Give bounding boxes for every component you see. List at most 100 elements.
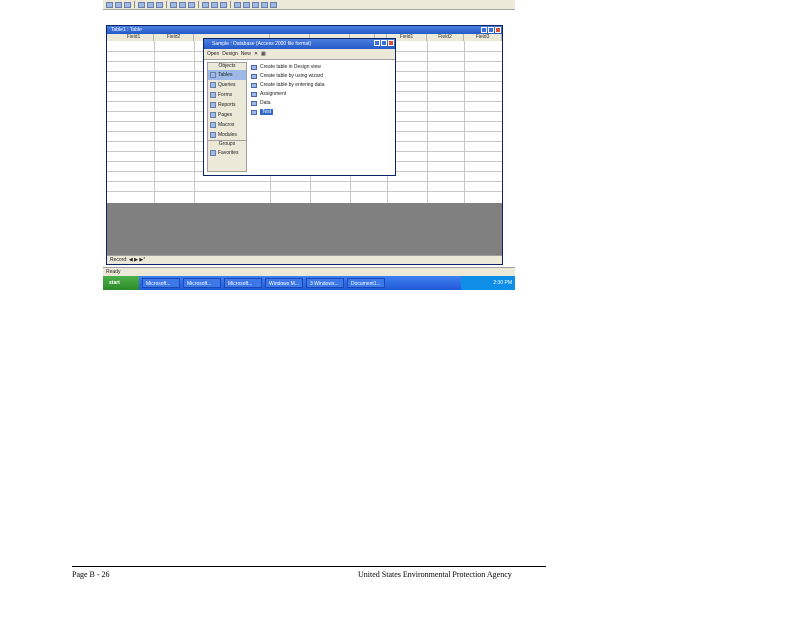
new-button[interactable]: New — [241, 51, 251, 57]
list-item-label: Create table in Design view — [260, 64, 321, 70]
objects-item-tables[interactable]: Tables — [208, 70, 246, 80]
row-divider — [107, 181, 502, 182]
taskbar-item[interactable]: Microsoft... — [224, 278, 262, 288]
code-icon[interactable] — [234, 1, 241, 8]
column-divider — [427, 41, 428, 203]
maximize-icon[interactable] — [381, 40, 387, 46]
analyze-icon[interactable] — [220, 1, 227, 8]
open-icon[interactable] — [115, 1, 122, 8]
list-item[interactable]: Create table by entering data — [250, 81, 390, 90]
toolbar-divider — [230, 1, 231, 8]
new-record-icon[interactable]: ▶* — [139, 257, 145, 263]
copy-icon[interactable] — [179, 1, 186, 8]
objects-list: Create table in Design view Create table… — [250, 63, 390, 117]
linked-table-icon — [251, 92, 257, 97]
new-icon[interactable] — [106, 1, 113, 8]
list-item[interactable]: Create table by using wizard — [250, 72, 390, 81]
list-item-label: Test — [260, 109, 274, 115]
objects-item-modules[interactable]: Modules — [208, 130, 246, 140]
cut-icon[interactable] — [170, 1, 177, 8]
table-icon — [210, 72, 216, 78]
record-navigation[interactable]: Record: ◀ ▶ ▶* — [107, 255, 502, 264]
database-window[interactable]: Sample : Database (Access 2000 file form… — [203, 38, 396, 176]
groups-header: Groups — [208, 140, 246, 148]
taskbar-item[interactable]: Windows M... — [265, 278, 303, 288]
list-item-label: Create table by entering data — [260, 82, 325, 88]
objects-item-label: Tables — [218, 72, 233, 78]
column-header[interactable]: Field2 — [154, 34, 194, 41]
objects-item-label: Reports — [218, 102, 236, 108]
groups-item-label: Favorites — [218, 150, 239, 156]
objects-item-reports[interactable]: Reports — [208, 100, 246, 110]
close-icon[interactable] — [495, 27, 501, 33]
column-header[interactable]: Field2 — [427, 34, 464, 41]
print-icon[interactable] — [138, 1, 145, 8]
next-record-icon[interactable]: ▶ — [134, 257, 138, 263]
column-header[interactable]: Field3 — [464, 34, 502, 41]
open-button[interactable]: Open — [207, 51, 219, 57]
close-icon[interactable] — [388, 40, 394, 46]
form-icon — [210, 92, 216, 98]
spelling-icon[interactable] — [156, 1, 163, 8]
taskbar-item[interactable]: Microsoft... — [142, 278, 180, 288]
page-icon — [210, 112, 216, 118]
design-button[interactable]: Design — [222, 51, 238, 57]
first-record-icon[interactable]: ◀ — [129, 257, 133, 263]
objects-item-label: Macros — [218, 122, 235, 128]
column-divider — [194, 41, 195, 203]
minimize-icon[interactable] — [481, 27, 487, 33]
objects-item-forms[interactable]: Forms — [208, 90, 246, 100]
table-window-controls — [481, 27, 501, 33]
column-divider — [464, 41, 465, 203]
list-item[interactable]: Create table in Design view — [250, 63, 390, 72]
maximize-icon[interactable] — [488, 27, 494, 33]
page-number: Page B - 26 — [72, 570, 110, 579]
column-divider — [154, 41, 155, 203]
row-divider — [107, 191, 502, 192]
delete-icon[interactable]: ✕ — [254, 51, 258, 57]
objects-bar: Objects Tables Queries Forms Reports Pag… — [207, 62, 247, 172]
list-item-label: Assignment — [260, 91, 287, 97]
query-icon — [210, 82, 216, 88]
minimize-icon[interactable] — [374, 40, 380, 46]
links-icon[interactable] — [211, 1, 218, 8]
access-toolbar — [103, 0, 515, 10]
taskbar-item[interactable]: Document1... — [347, 278, 385, 288]
paste-icon[interactable] — [188, 1, 195, 8]
folder-icon — [210, 150, 216, 156]
list-item[interactable]: Data — [250, 99, 390, 108]
system-tray-clock[interactable]: 2:30 PM — [461, 276, 515, 290]
list-item[interactable]: Test — [250, 108, 390, 117]
groups-item-favorites[interactable]: Favorites — [208, 148, 246, 158]
embedded-screenshot: Table1 : Table Field1 Field2 Field1 Fiel… — [103, 0, 515, 290]
objects-item-label: Forms — [218, 92, 233, 98]
new-object-icon[interactable] — [261, 1, 268, 8]
database-toolbar: Open Design New ✕ ▦ — [204, 49, 395, 60]
view-icon[interactable]: ▦ — [261, 51, 266, 57]
objects-item-label: Pages — [218, 112, 233, 118]
list-item[interactable]: Assignment — [250, 90, 390, 99]
preview-icon[interactable] — [147, 1, 154, 8]
objects-item-macros[interactable]: Macros — [208, 120, 246, 130]
toolbar-divider — [166, 1, 167, 8]
save-icon[interactable] — [124, 1, 131, 8]
objects-item-pages[interactable]: Pages — [208, 110, 246, 120]
linked-table-icon — [251, 101, 257, 106]
start-button[interactable]: start — [103, 276, 139, 290]
taskbar-item[interactable]: 3 Windows... — [306, 278, 344, 288]
taskbar-item[interactable]: Microsoft... — [183, 278, 221, 288]
database-window-controls — [374, 40, 394, 46]
column-header[interactable]: Field1 — [114, 34, 154, 41]
record-nav-label: Record: — [110, 257, 128, 263]
undo-icon[interactable] — [202, 1, 209, 8]
taskbar: start Microsoft... Microsoft... Microsof… — [103, 276, 515, 290]
empty-area — [107, 203, 502, 255]
help-icon[interactable] — [270, 1, 277, 8]
footer-divider — [72, 566, 546, 567]
properties-icon[interactable] — [243, 1, 250, 8]
macro-icon — [210, 122, 216, 128]
linked-table-icon — [251, 110, 257, 115]
objects-item-queries[interactable]: Queries — [208, 80, 246, 90]
relationships-icon[interactable] — [252, 1, 259, 8]
wizard-icon — [251, 83, 257, 88]
